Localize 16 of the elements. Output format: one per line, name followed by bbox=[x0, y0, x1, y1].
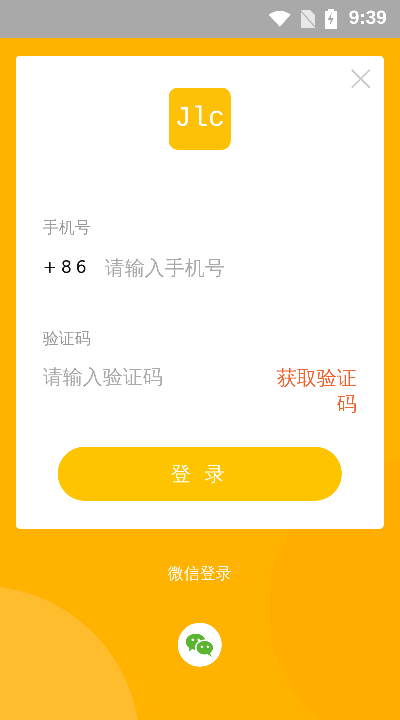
wifi-icon bbox=[268, 11, 291, 27]
code-input-field[interactable]: 请输入验证码 bbox=[43, 365, 265, 389]
close-icon[interactable] bbox=[351, 69, 371, 89]
phone-input-field[interactable]: 请输入手机号 bbox=[104, 256, 357, 280]
code-label: 验证码 bbox=[43, 329, 91, 349]
wechat-login-button[interactable] bbox=[178, 623, 222, 667]
app-logo: Jlc bbox=[169, 88, 231, 150]
clock-time: 9:39 bbox=[348, 8, 387, 30]
country-code[interactable]: +86 bbox=[43, 258, 91, 278]
get-code-link[interactable]: 获取验证码 bbox=[265, 365, 357, 417]
chat-bubbles-icon bbox=[186, 633, 214, 657]
login-button[interactable]: 登 录 bbox=[58, 447, 342, 501]
phone-label: 手机号 bbox=[43, 218, 91, 238]
battery-charging-icon bbox=[324, 9, 337, 29]
no-sim-icon bbox=[300, 10, 315, 28]
wechat-login-label: 微信登录 bbox=[168, 564, 232, 585]
